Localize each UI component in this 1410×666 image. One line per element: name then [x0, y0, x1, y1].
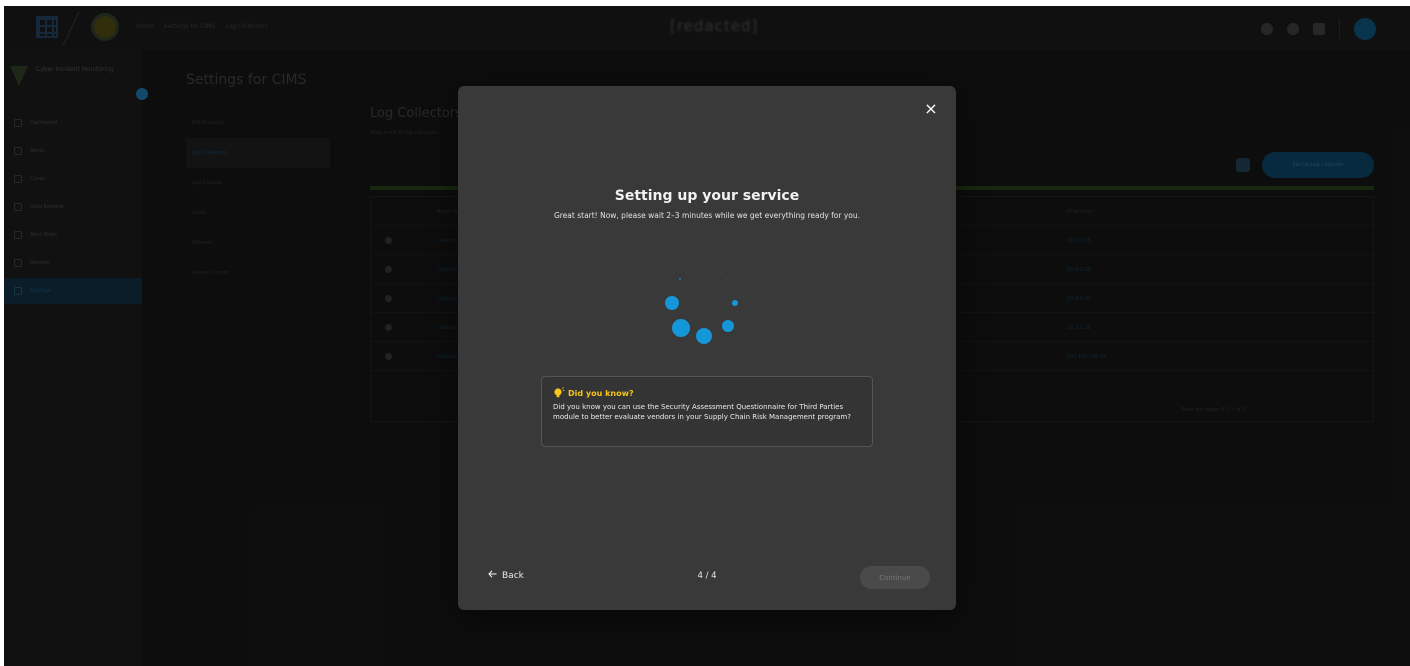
spinner-dot [696, 328, 712, 344]
loading-spinner [652, 270, 762, 350]
did-you-know-card: Did you know? Did you know you can use t… [541, 376, 873, 447]
setup-modal: × Setting up your service Great start! N… [458, 86, 956, 610]
continue-button[interactable]: Continue [860, 566, 930, 589]
spinner-dot [732, 300, 738, 306]
tip-heading: Did you know? [568, 388, 634, 398]
spinner-dot [665, 296, 679, 310]
modal-subtitle: Great start! Now, please wait 2–3 minute… [553, 211, 861, 220]
spinner-dot [726, 279, 727, 280]
sidebar-collapse-button[interactable] [136, 88, 148, 100]
tip-heading-row: Did you know? [553, 387, 861, 399]
spinner-dot [679, 278, 681, 280]
tip-body: Did you know you can use the Security As… [553, 403, 851, 421]
spinner-dot [722, 320, 734, 332]
lightbulb-icon [553, 387, 565, 399]
modal-title: Setting up your service [614, 188, 800, 204]
spinner-dot [672, 319, 690, 337]
app-screen: Home Settings for CIMS Log Collectors [r… [4, 6, 1410, 666]
close-icon[interactable]: × [922, 100, 940, 118]
